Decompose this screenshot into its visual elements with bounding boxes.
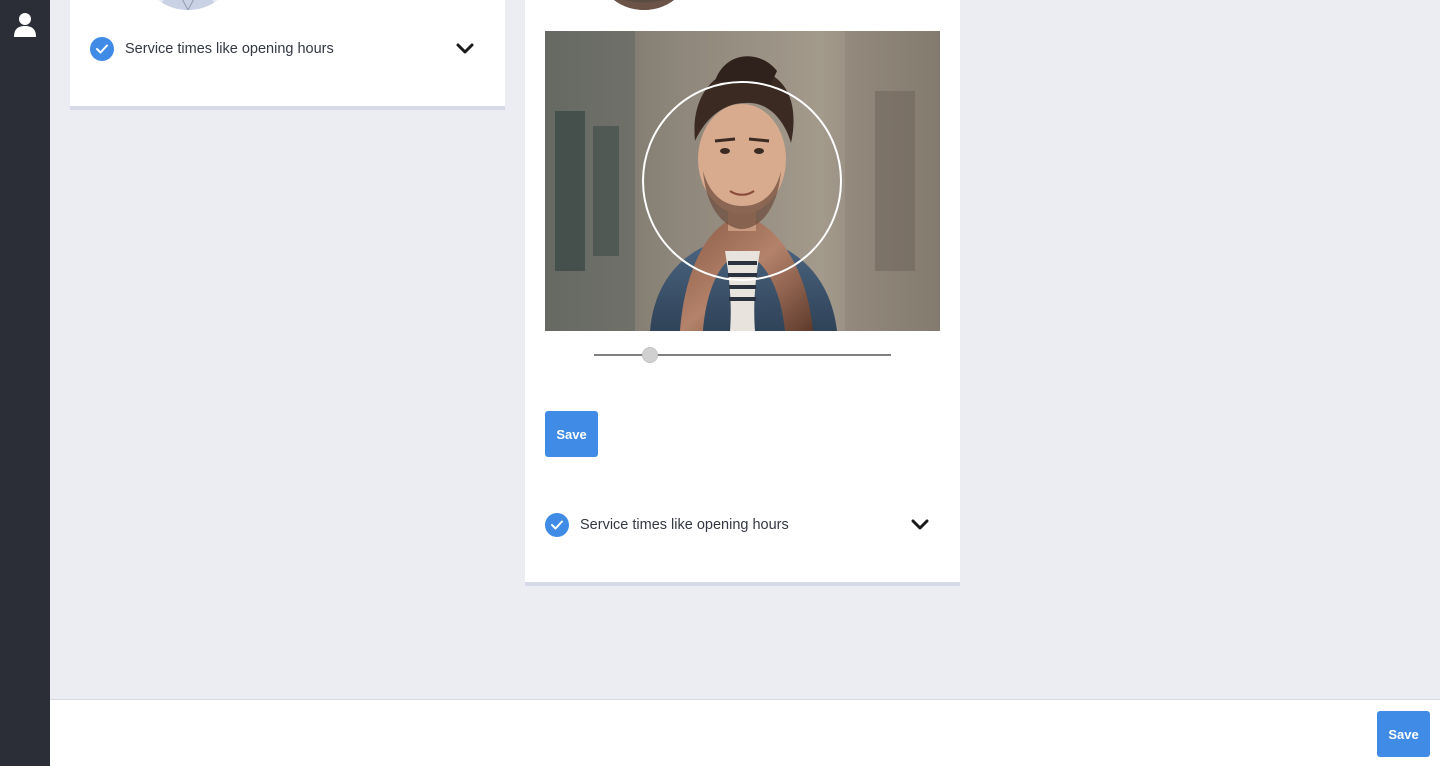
slider-track <box>594 354 891 356</box>
profile-photo-cropper[interactable] <box>545 31 940 331</box>
check-icon <box>90 37 114 61</box>
slider-thumb[interactable] <box>642 347 658 363</box>
sidebar <box>0 0 50 766</box>
chevron-down-icon[interactable] <box>455 39 475 59</box>
check-icon <box>545 513 569 537</box>
footer-save-button[interactable]: Save <box>1377 711 1430 757</box>
footer-bar: Save <box>50 699 1440 766</box>
avatar <box>594 0 694 10</box>
service-label: Service times like opening hours <box>580 517 789 533</box>
service-label: Service times like opening hours <box>125 41 334 57</box>
avatar <box>138 0 238 10</box>
zoom-slider[interactable] <box>594 346 891 364</box>
service-times-row[interactable]: Service times like opening hours <box>90 36 485 62</box>
profile-photo-card: Save Service times like opening hours <box>525 0 960 586</box>
service-times-row[interactable]: Service times like opening hours <box>545 512 940 538</box>
save-button[interactable]: Save <box>545 411 598 457</box>
user-icon[interactable] <box>13 12 37 38</box>
service-card: Service times like opening hours <box>70 0 505 110</box>
chevron-down-icon[interactable] <box>910 515 930 535</box>
